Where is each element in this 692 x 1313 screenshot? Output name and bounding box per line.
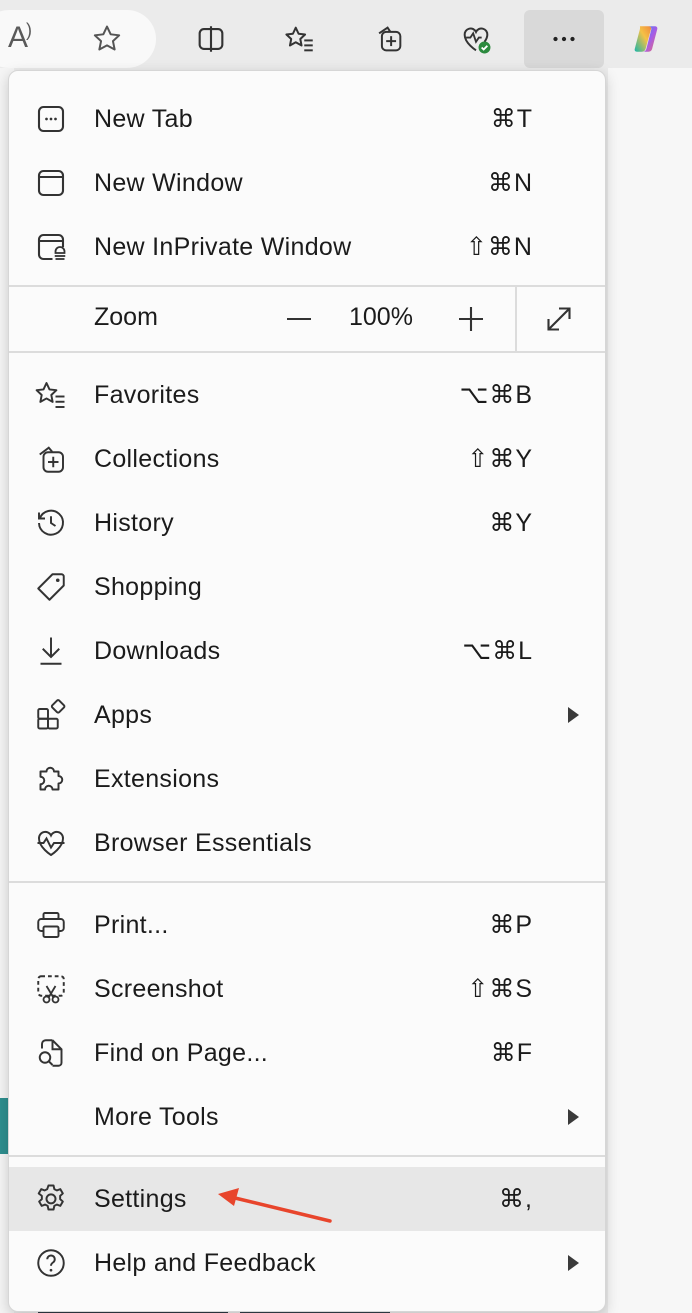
menu-item-shortcut: ⌘F: [490, 1039, 533, 1067]
menu-item-label: Settings: [94, 1184, 187, 1213]
menu-separator: [9, 881, 605, 883]
zoom-level: 100%: [349, 303, 413, 331]
menu-item-print[interactable]: Print... ⌘P: [9, 893, 605, 957]
split-screen-icon[interactable]: [182, 10, 240, 68]
menu-item-extensions[interactable]: Extensions: [9, 747, 605, 811]
page-background-right: [608, 68, 692, 1313]
menu-item-shortcut: ⇧⌘S: [467, 975, 533, 1003]
new-window-icon: [33, 165, 69, 201]
menu-item-shortcut: ⌘T: [490, 105, 533, 133]
menu-item-new-window[interactable]: New Window ⌘N: [9, 151, 605, 215]
printer-icon: [33, 907, 69, 943]
menu-separator: [9, 1155, 605, 1157]
menu-item-shortcut: ⌘N: [487, 169, 533, 197]
browser-toolbar: A): [0, 0, 692, 68]
menu-item-label: Screenshot: [94, 974, 224, 1003]
menu-item-label: History: [94, 508, 174, 537]
menu-item-shortcut: ⌥⌘L: [462, 637, 533, 665]
menu-item-apps[interactable]: Apps: [9, 683, 605, 747]
menu-item-label: More Tools: [94, 1102, 219, 1131]
favorites-icon[interactable]: [271, 10, 329, 68]
submenu-arrow-icon: [568, 707, 579, 723]
tag-icon: [33, 569, 69, 605]
copilot-icon[interactable]: [618, 10, 676, 68]
menu-item-find-on-page[interactable]: Find on Page... ⌘F: [9, 1021, 605, 1085]
menu-item-favorites[interactable]: Favorites ⌥⌘B: [9, 363, 605, 427]
menu-item-shopping[interactable]: Shopping: [9, 555, 605, 619]
menu-item-label: Shopping: [94, 572, 203, 601]
menu-item-shortcut: ⌘Y: [489, 509, 533, 537]
menu-item-help-and-feedback[interactable]: Help and Feedback: [9, 1231, 605, 1295]
zoom-row: Zoom 100%: [9, 287, 605, 351]
screenshot-icon: [33, 971, 69, 1007]
annotation-arrow-icon: [218, 1188, 332, 1223]
menu-item-label: New Tab: [94, 104, 193, 133]
menu-item-label: Browser Essentials: [94, 828, 312, 857]
menu-item-label: Collections: [94, 444, 220, 473]
settings-and-more-menu: New Tab ⌘T New Window ⌘N New InPrivate W…: [8, 70, 606, 1312]
browser-essentials-icon[interactable]: [447, 10, 505, 68]
zoom-divider: [515, 287, 517, 351]
menu-item-shortcut: ⌥⌘B: [459, 381, 533, 409]
menu-item-shortcut: ⌘,: [499, 1185, 533, 1213]
menu-item-label: Favorites: [94, 380, 200, 409]
menu-item-history[interactable]: History ⌘Y: [9, 491, 605, 555]
menu-item-more-tools[interactable]: More Tools: [9, 1085, 605, 1149]
settings-and-more-button[interactable]: [524, 10, 604, 68]
apps-icon: [33, 697, 69, 733]
menu-item-shortcut: ⇧⌘N: [465, 233, 533, 261]
menu-item-label: Print...: [94, 910, 169, 939]
zoom-in-button[interactable]: [453, 301, 489, 337]
history-icon: [33, 505, 69, 541]
submenu-arrow-icon: [568, 1109, 579, 1125]
menu-item-collections[interactable]: Collections ⇧⌘Y: [9, 427, 605, 491]
menu-item-browser-essentials[interactable]: Browser Essentials: [9, 811, 605, 875]
new-tab-icon: [33, 101, 69, 137]
favorite-star-icon[interactable]: [78, 10, 136, 68]
heartbeat-icon: [33, 825, 69, 861]
menu-item-label: Apps: [94, 700, 153, 729]
menu-item-label: Extensions: [94, 764, 220, 793]
menu-separator: [9, 351, 605, 353]
full-screen-button[interactable]: [541, 301, 577, 337]
menu-item-new-inprivate-window[interactable]: New InPrivate Window ⇧⌘N: [9, 215, 605, 279]
menu-item-shortcut: ⇧⌘Y: [467, 445, 533, 473]
menu-item-label: Find on Page...: [94, 1038, 269, 1067]
menu-item-label: New InPrivate Window: [94, 232, 352, 261]
zoom-out-button[interactable]: [281, 301, 317, 337]
help-icon: [33, 1245, 69, 1281]
zoom-label: Zoom: [94, 303, 158, 331]
submenu-arrow-icon: [568, 1255, 579, 1271]
collections-icon: [33, 441, 69, 477]
menu-item-downloads[interactable]: Downloads ⌥⌘L: [9, 619, 605, 683]
inprivate-window-icon: [33, 229, 69, 265]
menu-item-label: Downloads: [94, 636, 221, 665]
menu-item-label: New Window: [94, 168, 243, 197]
menu-item-label: Help and Feedback: [94, 1248, 316, 1277]
menu-item-shortcut: ⌘P: [489, 911, 533, 939]
read-aloud-icon[interactable]: A): [8, 20, 32, 55]
download-icon: [33, 633, 69, 669]
gear-icon: [33, 1181, 69, 1217]
puzzle-icon: [33, 761, 69, 797]
menu-item-new-tab[interactable]: New Tab ⌘T: [9, 87, 605, 151]
find-icon: [33, 1035, 69, 1071]
collections-icon[interactable]: [360, 10, 418, 68]
menu-item-screenshot[interactable]: Screenshot ⇧⌘S: [9, 957, 605, 1021]
favorites-icon: [33, 377, 69, 413]
